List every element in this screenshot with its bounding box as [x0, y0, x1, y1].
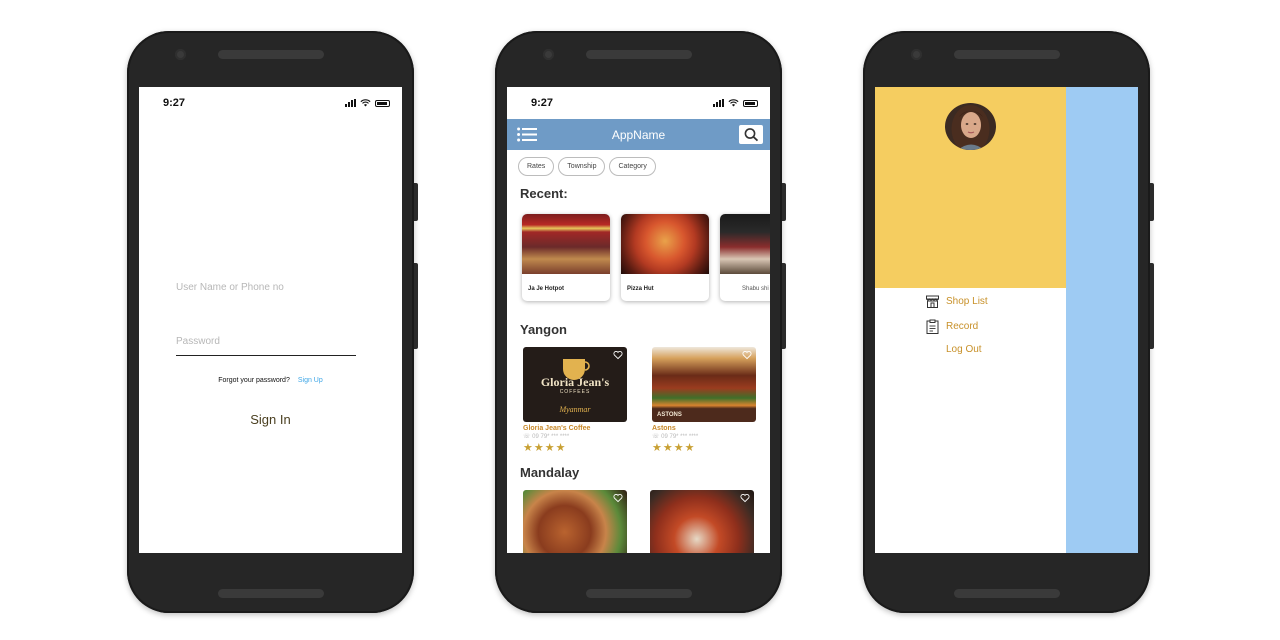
wifi-icon — [360, 99, 371, 107]
place-photo: ASTONS — [652, 347, 756, 422]
favorite-heart-icon[interactable] — [613, 350, 623, 360]
restaurant-photo — [720, 214, 770, 274]
front-camera — [175, 49, 186, 60]
restaurant-photo — [621, 214, 709, 274]
place-phone: ☏ 09 79* *** **** — [523, 434, 570, 440]
avatar[interactable] — [945, 103, 996, 150]
bottom-speaker — [586, 589, 692, 598]
recent-card[interactable]: Shabu shi — [720, 214, 770, 301]
recent-heading: Recent: — [520, 186, 568, 201]
home-screen: 9:27 AppName Rates Township Category Rec… — [507, 87, 770, 553]
signin-button[interactable]: Sign In — [139, 412, 402, 427]
menu-label: Shop List — [946, 296, 988, 307]
front-camera — [911, 49, 922, 60]
recent-card[interactable]: Ja Je Hotpot — [522, 214, 610, 301]
volume-button — [1150, 263, 1154, 349]
forgot-password-text: Forgot your password? — [218, 377, 290, 384]
menu-item-shop-list[interactable]: Shop List — [925, 294, 988, 309]
place-rating-stars: ★★★★ — [523, 442, 567, 454]
menu-item-logout[interactable]: Log Out — [946, 344, 982, 355]
signup-link[interactable]: Sign Up — [298, 377, 323, 384]
drawer-header — [875, 87, 1066, 288]
status-time: 9:27 — [531, 97, 554, 109]
phone-login: 9:27 User Name or Phone no Password Forg… — [127, 31, 418, 613]
mandalay-heading: Mandalay — [520, 465, 580, 480]
status-time: 9:27 — [163, 97, 186, 109]
status-bar: 9:27 — [139, 87, 402, 119]
favorite-heart-icon[interactable] — [613, 493, 623, 503]
logo-text: ASTONS — [657, 412, 682, 418]
place-card[interactable]: Gloria Jean's COFFEES Myanmar Gloria Jea… — [523, 347, 627, 454]
favorite-heart-icon[interactable] — [740, 493, 750, 503]
place-phone: ☏ 09 79* *** **** — [652, 434, 699, 440]
app-title: AppName — [611, 128, 666, 142]
place-name: Gloria Jean's Coffee — [523, 425, 591, 432]
place-card[interactable]: ASTONS Astons ☏ 09 79* *** **** ★★★★ — [652, 347, 756, 454]
battery-icon — [743, 99, 758, 107]
place-photo: Gloria Jean's COFFEES Myanmar — [523, 347, 627, 422]
earpiece-speaker — [218, 50, 324, 59]
clipboard-icon — [926, 319, 939, 334]
volume-button — [414, 263, 418, 349]
search-icon — [744, 128, 759, 142]
power-button — [782, 183, 786, 221]
app-bar: AppName — [507, 119, 770, 150]
favorite-heart-icon[interactable] — [742, 350, 752, 360]
phone-drawer: Shop List Record Log Out — [863, 31, 1154, 613]
yangon-heading: Yangon — [520, 322, 567, 337]
mockup-stage: 9:27 User Name or Phone no Password Forg… — [0, 0, 1280, 640]
bottom-speaker — [218, 589, 324, 598]
chip-category[interactable]: Category — [609, 157, 656, 176]
volume-button — [782, 263, 786, 349]
front-camera — [543, 49, 554, 60]
search-button[interactable] — [739, 125, 763, 144]
drawer-screen: Shop List Record Log Out — [875, 87, 1138, 553]
username-field[interactable]: User Name or Phone no — [176, 282, 356, 301]
wifi-icon — [728, 99, 739, 107]
place-photo — [650, 490, 754, 553]
login-screen: 9:27 User Name or Phone no Password Forg… — [139, 87, 402, 553]
place-name: Astons — [652, 425, 676, 432]
status-icons — [713, 99, 758, 107]
chip-township[interactable]: Township — [558, 157, 606, 176]
drawer-menu: Shop List Record Log Out — [875, 288, 1066, 553]
earpiece-speaker — [586, 50, 692, 59]
logo-subtext: COFFEES — [559, 389, 591, 395]
signal-icon — [713, 99, 724, 107]
status-bar: 9:27 — [507, 87, 770, 119]
place-card[interactable] — [523, 490, 627, 553]
bottom-speaker — [954, 589, 1060, 598]
drawer-scrim[interactable] — [1066, 87, 1138, 553]
menu-label: Record — [946, 321, 979, 332]
menu-label: Log Out — [946, 344, 982, 355]
recent-name: Pizza Hut — [627, 286, 654, 292]
signal-icon — [345, 99, 356, 107]
place-rating-stars: ★★★★ — [652, 442, 696, 454]
user-photo — [945, 103, 996, 150]
earpiece-speaker — [954, 50, 1060, 59]
recent-name: Shabu shi — [742, 286, 769, 292]
forgot-password-row: Forgot your password? Sign Up — [139, 377, 402, 384]
place-card[interactable] — [650, 490, 754, 553]
filter-chips: Rates Township Category — [518, 157, 656, 176]
power-button — [414, 183, 418, 221]
logo-text: Gloria Jean's — [540, 375, 610, 389]
phone-home: 9:27 AppName Rates Township Category Rec… — [495, 31, 786, 613]
power-button — [1150, 183, 1154, 221]
place-photo — [523, 490, 627, 553]
restaurant-photo — [522, 214, 610, 274]
status-icons — [345, 99, 390, 107]
menu-item-record[interactable]: Record — [925, 319, 978, 334]
password-field[interactable]: Password — [176, 336, 356, 356]
chip-rates[interactable]: Rates — [518, 157, 555, 176]
recent-card[interactable]: Pizza Hut — [621, 214, 709, 301]
logo-city: Myanmar — [559, 405, 591, 414]
store-icon — [926, 295, 939, 308]
battery-icon — [375, 99, 390, 107]
recent-name: Ja Je Hotpot — [528, 286, 565, 292]
